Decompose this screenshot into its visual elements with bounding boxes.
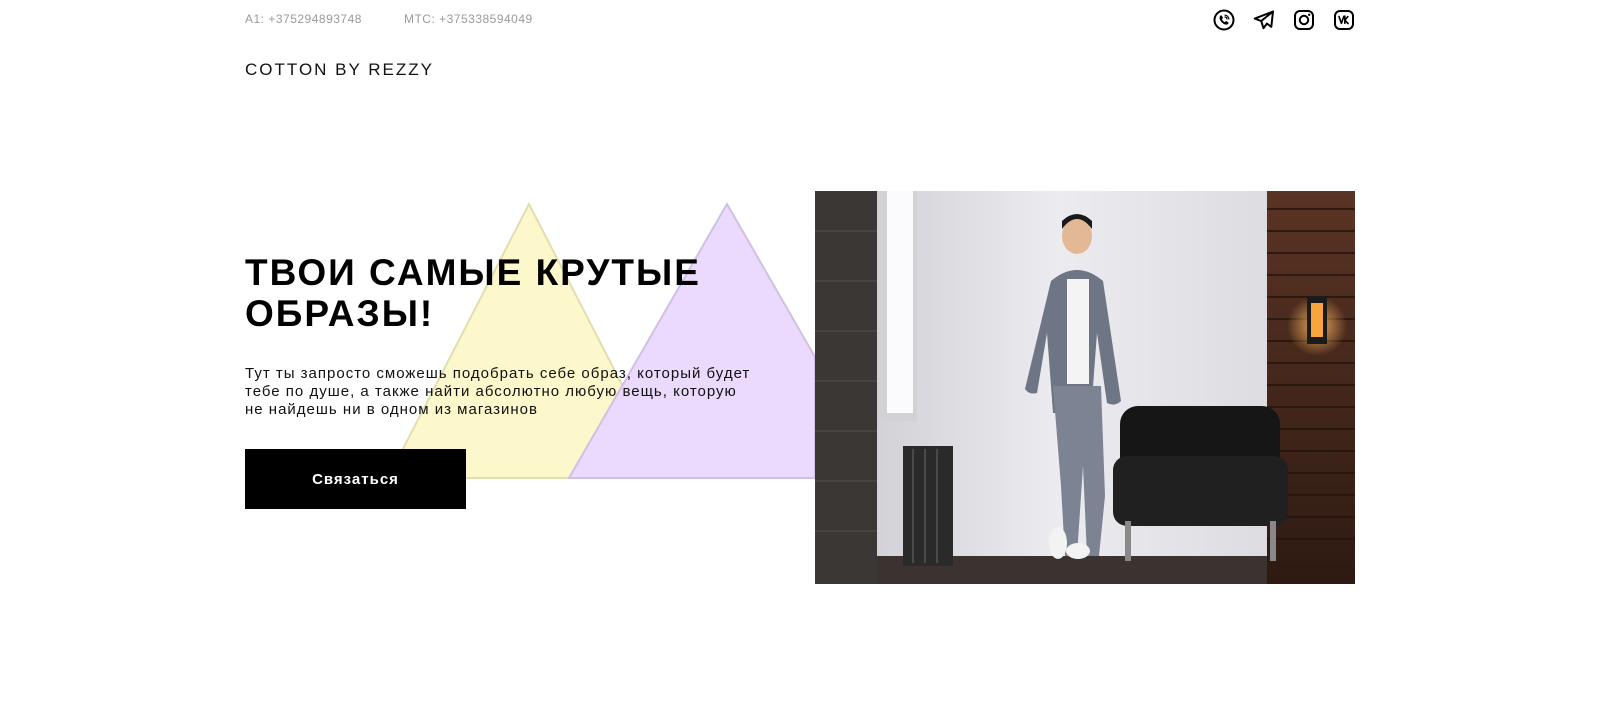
hero-photo	[815, 191, 1355, 584]
site-logo[interactable]: COTTON BY REZZY	[245, 60, 434, 80]
page: A1: +375294893748 МТС: +375338594049 COT…	[0, 0, 1600, 711]
social-links	[1212, 8, 1356, 32]
hero-title: ТВОИ САМЫЕ КРУТЫЕ ОБРАЗЫ!	[245, 252, 701, 334]
phone-a1[interactable]: A1: +375294893748	[245, 12, 362, 26]
viber-icon[interactable]	[1212, 8, 1236, 32]
hero-description: Тут ты запросто сможешь подобрать себе о…	[245, 365, 751, 418]
phone-mts[interactable]: МТС: +375338594049	[404, 12, 533, 26]
lilac-triangle	[567, 201, 816, 479]
vk-icon[interactable]	[1332, 8, 1356, 32]
phone-list: A1: +375294893748 МТС: +375338594049	[245, 12, 533, 26]
telegram-icon[interactable]	[1252, 8, 1276, 32]
decorative-triangles	[386, 201, 816, 479]
contact-button[interactable]: Связаться	[245, 449, 466, 509]
instagram-icon[interactable]	[1292, 8, 1316, 32]
